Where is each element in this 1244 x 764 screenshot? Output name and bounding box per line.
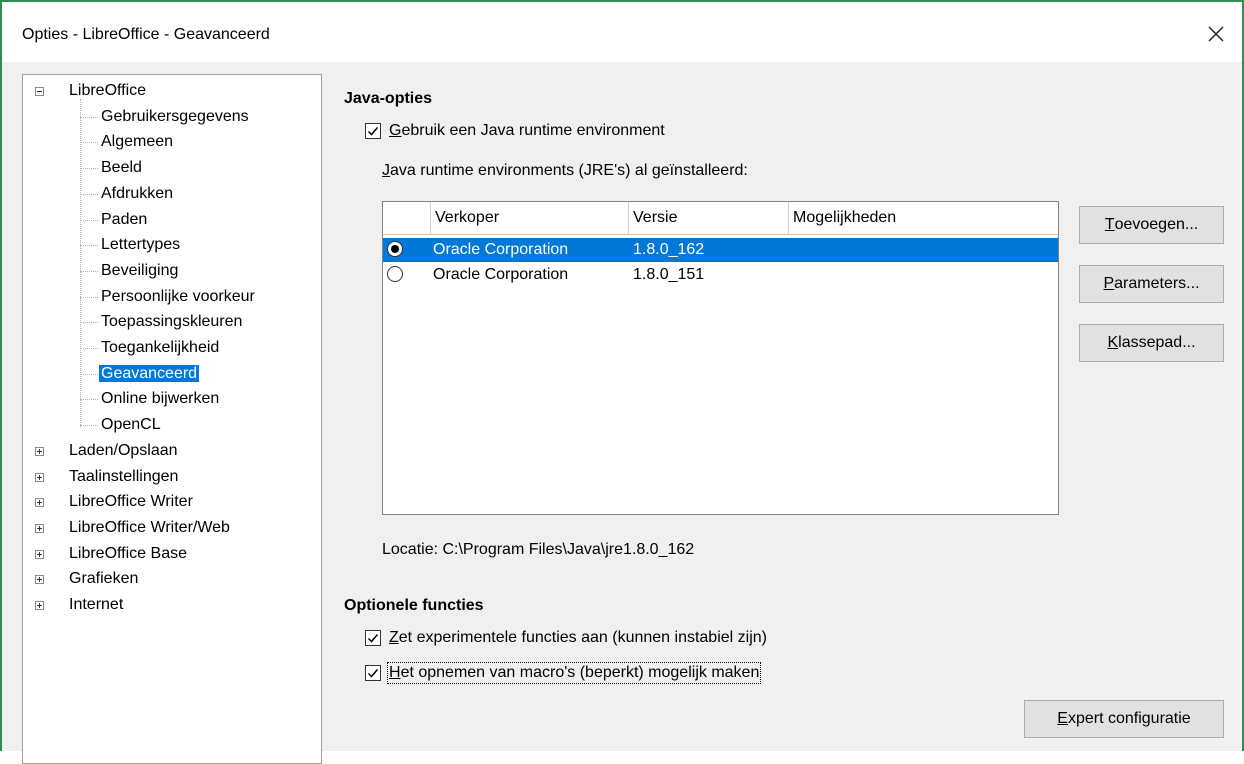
tree-connector — [80, 348, 98, 349]
jre-radio-selected[interactable] — [387, 241, 403, 257]
macro-recording-checkbox-row[interactable]: Het opnemen van macro's (beperkt) mogeli… — [365, 662, 762, 684]
title-bar: Opties - LibreOffice - Geavanceerd — [2, 2, 1242, 62]
close-icon — [1208, 26, 1224, 42]
tree-connector — [80, 116, 98, 118]
row-version: 1.8.0_162 — [633, 241, 705, 258]
expand-icon[interactable] — [35, 549, 44, 559]
tree-item-persoonlijke-voorkeur[interactable]: Persoonlijke voorkeur — [101, 285, 255, 309]
row-vendor: Oracle Corporation — [433, 266, 569, 283]
checkmark-icon — [367, 127, 379, 136]
tree-item-online-bijwerken[interactable]: Online bijwerken — [101, 387, 219, 411]
tree-item-libreoffice-base[interactable]: LibreOffice Base — [69, 542, 187, 566]
tree-item-libreoffice-writer[interactable]: LibreOffice Writer — [69, 490, 193, 514]
expand-icon[interactable] — [35, 601, 44, 610]
add-button[interactable]: Toevoegen... — [1079, 206, 1224, 244]
tree-item-beeld[interactable]: Beeld — [101, 156, 142, 180]
tree-item-toegankelijkheid[interactable]: Toegankelijkheid — [101, 336, 219, 360]
options-tree[interactable]: LibreOffice Gebruikersgegevens Algemeen Bee… — [22, 74, 322, 764]
column-header-features[interactable]: Mogelijkheden — [789, 202, 1058, 234]
column-header-radio — [383, 202, 431, 234]
parameters-button[interactable]: Parameters... — [1079, 265, 1224, 303]
checkmark-icon — [367, 634, 379, 643]
tree-connector — [80, 270, 98, 272]
tree-item-laden-opslaan[interactable]: Laden/Opslaan — [69, 439, 178, 463]
jre-table-header: Verkoper Versie Mogelijkheden — [383, 202, 1058, 235]
tree-item-libreoffice-writer-web[interactable]: LibreOffice Writer/Web — [69, 516, 230, 540]
tree-connector — [80, 219, 98, 221]
use-jre-label: Gebruik een Java runtime environment — [389, 122, 665, 139]
table-row[interactable]: Oracle Corporation 1.8.0_162 — [383, 238, 1058, 262]
tree-connector — [80, 193, 98, 195]
expand-icon[interactable] — [35, 498, 44, 508]
window-title: Opties - LibreOffice - Geavanceerd — [22, 26, 270, 43]
table-row[interactable]: Oracle Corporation 1.8.0_151 — [383, 263, 1058, 287]
row-version: 1.8.0_151 — [633, 266, 705, 283]
tree-connector — [80, 373, 98, 375]
use-jre-checkbox-row[interactable]: Gebruik een Java runtime environment — [365, 122, 665, 140]
macro-recording-label: Het opnemen van macro's (beperkt) mogeli… — [386, 662, 762, 684]
column-header-version[interactable]: Versie — [629, 202, 789, 234]
experimental-checkbox-row[interactable]: Zet experimentele functies aan (kunnen i… — [365, 629, 767, 647]
experimental-label: Zet experimentele functies aan (kunnen i… — [389, 629, 767, 646]
java-options-heading: Java-opties — [344, 90, 433, 107]
tree-connector — [80, 98, 81, 427]
tree-item-internet[interactable]: Internet — [69, 593, 123, 617]
optional-features-heading: Optionele functies — [344, 597, 484, 614]
tree-connector — [80, 399, 98, 401]
jre-location: Locatie: C:\Program Files\Java\jre1.8.0_… — [382, 541, 695, 558]
expand-icon[interactable] — [35, 446, 44, 456]
tree-item-grafieken[interactable]: Grafieken — [69, 567, 138, 591]
tree-item-gebruikersgegevens[interactable]: Gebruikersgegevens — [101, 105, 249, 129]
tree-item-lettertypes[interactable]: Lettertypes — [101, 233, 180, 257]
close-button[interactable] — [1198, 16, 1234, 52]
tree-item-geavanceerd[interactable]: Geavanceerd — [99, 362, 200, 386]
use-jre-checkbox[interactable] — [365, 123, 381, 139]
tree-connector — [80, 322, 98, 324]
checkmark-icon — [367, 669, 379, 678]
tree-item-toepassingskleuren[interactable]: Toepassingskleuren — [101, 310, 242, 334]
expand-icon[interactable] — [35, 575, 44, 585]
tree-item-afdrukken[interactable]: Afdrukken — [101, 182, 173, 206]
experimental-checkbox[interactable] — [365, 630, 381, 646]
expert-configuration-button[interactable]: Expert configuratie — [1024, 700, 1224, 738]
macro-recording-checkbox[interactable] — [365, 665, 381, 681]
tree-item-paden[interactable]: Paden — [101, 208, 147, 232]
jre-table[interactable]: Verkoper Versie Mogelijkheden Oracle Cor… — [382, 201, 1059, 515]
expand-icon[interactable] — [35, 523, 44, 533]
row-vendor: Oracle Corporation — [433, 241, 569, 258]
tree-connector — [80, 425, 98, 427]
tree-item-opencl[interactable]: OpenCL — [101, 413, 161, 437]
collapse-icon[interactable] — [35, 87, 44, 96]
tree-connector — [80, 296, 98, 298]
tree-connector — [80, 245, 98, 247]
options-dialog: Opties - LibreOffice - Geavanceerd Libre… — [0, 0, 1244, 764]
tree-item-taalinstellingen[interactable]: Taalinstellingen — [69, 465, 178, 489]
installed-jre-label: Java runtime environments (JRE's) al geï… — [382, 162, 748, 179]
tree-item-beveiliging[interactable]: Beveiliging — [101, 259, 178, 283]
tree-item-algemeen[interactable]: Algemeen — [101, 130, 173, 154]
expand-icon[interactable] — [35, 472, 44, 482]
jre-radio[interactable] — [387, 266, 403, 282]
tree-connector — [80, 168, 98, 170]
tree-connector — [80, 142, 98, 144]
column-header-vendor[interactable]: Verkoper — [431, 202, 629, 234]
classpath-button[interactable]: Klassepad... — [1079, 324, 1224, 362]
